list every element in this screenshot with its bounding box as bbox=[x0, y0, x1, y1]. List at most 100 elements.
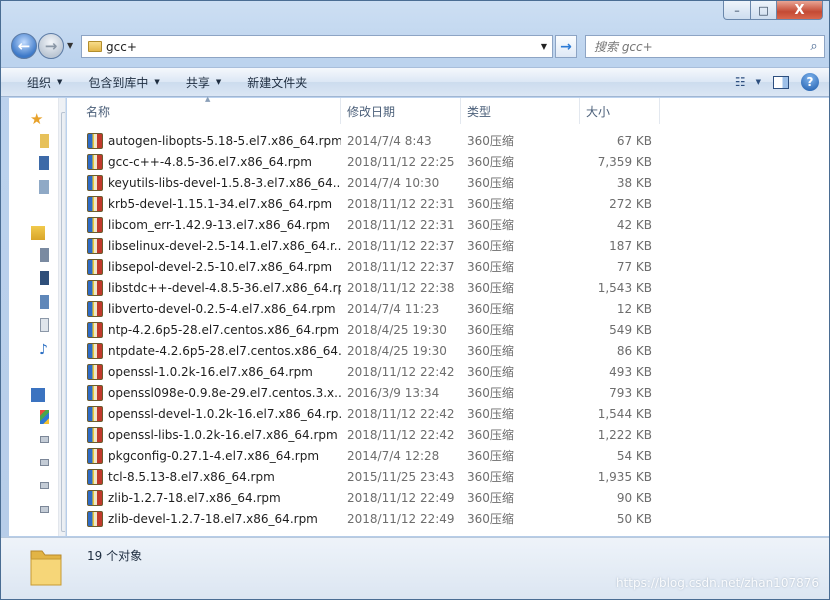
drive-icon[interactable] bbox=[40, 459, 49, 466]
file-row[interactable]: openssl-libs-1.0.2k-16.el7.x86_64.rpm 201… bbox=[67, 424, 667, 445]
file-row[interactable]: tcl-8.5.13-8.el7.x86_64.rpm 2015/11/25 23… bbox=[67, 466, 667, 487]
details-pane: 19 个对象 https://blog.csdn.net/zhan107876 bbox=[1, 537, 829, 599]
file-row[interactable]: openssl-devel-1.0.2k-16.el7.x86_64.rp...… bbox=[67, 403, 667, 424]
file-row[interactable]: libverto-devel-0.2.5-4.el7.x86_64.rpm 201… bbox=[67, 298, 667, 319]
search-icon[interactable]: ⌕ bbox=[804, 39, 824, 54]
file-row[interactable]: ntpdate-4.2.6p5-28.el7.centos.x86_64....… bbox=[67, 340, 667, 361]
file-row[interactable]: autogen-libopts-5.18-5.el7.x86_64.rpm 201… bbox=[67, 130, 667, 151]
archive-file-icon bbox=[87, 216, 103, 233]
new-folder-label: 新建文件夹 bbox=[247, 75, 308, 90]
go-button[interactable]: → bbox=[555, 35, 577, 58]
address-bar[interactable]: gcc+ ▼ bbox=[81, 35, 553, 58]
archive-file-icon bbox=[87, 153, 103, 170]
command-toolbar: 组织 ▼ 包含到库中 ▼ 共享 ▼ 新建文件夹 ☷ ▼ ? bbox=[1, 67, 829, 97]
file-row[interactable]: openssl-1.0.2k-16.el7.x86_64.rpm 2018/11/… bbox=[67, 361, 667, 382]
recent-pages-dropdown-icon[interactable]: ▼ bbox=[67, 41, 73, 50]
archive-file-icon bbox=[87, 237, 103, 254]
preview-pane-button[interactable] bbox=[773, 72, 789, 92]
column-header-size-label: 大小 bbox=[586, 104, 611, 119]
file-size: 1,544 KB bbox=[597, 406, 652, 421]
file-date: 2018/11/12 22:25 bbox=[347, 154, 455, 169]
file-name: openssl098e-0.9.8e-29.el7.centos.3.x... bbox=[108, 385, 341, 400]
file-row[interactable]: libsepol-devel-2.5-10.el7.x86_64.rpm 2018… bbox=[67, 256, 667, 277]
address-dropdown-icon[interactable]: ▼ bbox=[536, 42, 552, 51]
recent-places-icon[interactable] bbox=[39, 180, 49, 194]
file-type: 360压缩 bbox=[467, 512, 514, 526]
share-button[interactable]: 共享 ▼ bbox=[160, 74, 221, 91]
file-size: 1,222 KB bbox=[597, 427, 652, 442]
column-header-size[interactable]: 大小 bbox=[580, 98, 660, 124]
file-row[interactable]: zlib-devel-1.2.7-18.el7.x86_64.rpm 2018/1… bbox=[67, 508, 667, 529]
favorites-star-icon[interactable]: ★ bbox=[30, 110, 50, 128]
file-row[interactable]: libselinux-devel-2.5-14.1.el7.x86_64.r..… bbox=[67, 235, 667, 256]
file-date: 2014/7/4 11:23 bbox=[347, 301, 440, 316]
folder-icon[interactable] bbox=[40, 134, 49, 148]
windows-drive-icon[interactable] bbox=[40, 410, 49, 424]
include-in-library-label: 包含到库中 bbox=[88, 75, 149, 90]
item-count: 19 个对象 bbox=[87, 549, 143, 563]
file-date: 2014/7/4 8:43 bbox=[347, 133, 432, 148]
column-header-name[interactable]: ▲ 名称 bbox=[67, 95, 341, 124]
file-date: 2018/11/12 22:38 bbox=[347, 280, 455, 295]
library-item-icon[interactable] bbox=[40, 248, 49, 262]
file-row[interactable]: pkgconfig-0.27.1-4.el7.x86_64.rpm 2014/7/… bbox=[67, 445, 667, 466]
computer-icon[interactable] bbox=[31, 388, 45, 402]
file-date: 2018/11/12 22:31 bbox=[347, 217, 455, 232]
file-row[interactable]: keyutils-libs-devel-1.5.8-3.el7.x86_64..… bbox=[67, 172, 667, 193]
nav-pane-scrollbar[interactable] bbox=[58, 98, 65, 536]
drive-icon[interactable] bbox=[40, 506, 49, 513]
desktop-icon[interactable] bbox=[39, 156, 49, 170]
file-name: tcl-8.5.13-8.el7.x86_64.rpm bbox=[108, 469, 275, 484]
search-box[interactable]: ⌕ bbox=[585, 35, 825, 58]
documents-icon[interactable] bbox=[40, 318, 49, 332]
file-name: openssl-libs-1.0.2k-16.el7.x86_64.rpm bbox=[108, 427, 338, 442]
pictures-icon[interactable] bbox=[40, 295, 49, 309]
file-row[interactable]: libcom_err-1.42.9-13.el7.x86_64.rpm 2018/… bbox=[67, 214, 667, 235]
help-button[interactable]: ? bbox=[801, 73, 819, 91]
column-header-date[interactable]: 修改日期 bbox=[341, 98, 461, 124]
file-rows: autogen-libopts-5.18-5.el7.x86_64.rpm 201… bbox=[67, 130, 667, 529]
file-row[interactable]: openssl098e-0.9.8e-29.el7.centos.3.x... 2… bbox=[67, 382, 667, 403]
include-in-library-button[interactable]: 包含到库中 ▼ bbox=[62, 74, 159, 91]
file-row[interactable]: krb5-devel-1.15.1-34.el7.x86_64.rpm 2018/… bbox=[67, 193, 667, 214]
column-header-type[interactable]: 类型 bbox=[461, 98, 580, 124]
file-date: 2014/7/4 10:30 bbox=[347, 175, 440, 190]
file-type: 360压缩 bbox=[467, 449, 514, 463]
nav-scrollbar-thumb[interactable] bbox=[61, 112, 65, 532]
file-size: 549 KB bbox=[609, 322, 652, 337]
search-input[interactable] bbox=[594, 39, 804, 54]
file-name: zlib-1.2.7-18.el7.x86_64.rpm bbox=[108, 490, 281, 505]
libraries-icon[interactable] bbox=[31, 226, 45, 240]
music-icon[interactable]: ♪ bbox=[39, 342, 49, 358]
minimize-button[interactable]: – bbox=[723, 1, 751, 20]
address-text[interactable]: gcc+ bbox=[106, 40, 536, 54]
file-size: 493 KB bbox=[609, 364, 652, 379]
new-folder-button[interactable]: 新建文件夹 bbox=[221, 74, 307, 91]
file-type: 360压缩 bbox=[467, 491, 514, 505]
chevron-down-icon: ▼ bbox=[755, 78, 761, 86]
archive-file-icon bbox=[87, 195, 103, 212]
column-headers: ▲ 名称 修改日期 类型 大小 bbox=[67, 95, 667, 124]
file-row[interactable]: gcc-c++-4.8.5-36.el7.x86_64.rpm 2018/11/1… bbox=[67, 151, 667, 172]
file-name: gcc-c++-4.8.5-36.el7.x86_64.rpm bbox=[108, 154, 312, 169]
drive-icon[interactable] bbox=[40, 436, 49, 443]
file-name: libstdc++-devel-4.8.5-36.el7.x86_64.rpm bbox=[108, 280, 341, 295]
file-row[interactable]: zlib-1.2.7-18.el7.x86_64.rpm 2018/11/12 2… bbox=[67, 487, 667, 508]
toolbar-right: ☷ ▼ ? bbox=[735, 72, 819, 92]
file-row[interactable]: ntp-4.2.6p5-28.el7.centos.x86_64.rpm 2018… bbox=[67, 319, 667, 340]
close-button[interactable]: X bbox=[777, 1, 823, 20]
videos-icon[interactable] bbox=[40, 271, 49, 285]
file-date: 2018/4/25 19:30 bbox=[347, 343, 447, 358]
change-view-button[interactable]: ☷ ▼ bbox=[735, 72, 761, 92]
file-type: 360压缩 bbox=[467, 134, 514, 148]
file-row[interactable]: libstdc++-devel-4.8.5-36.el7.x86_64.rpm 2… bbox=[67, 277, 667, 298]
archive-file-icon bbox=[87, 174, 103, 191]
file-type: 360压缩 bbox=[467, 281, 514, 295]
file-type: 360压缩 bbox=[467, 176, 514, 190]
back-button[interactable]: ← bbox=[11, 33, 37, 59]
drive-icon[interactable] bbox=[40, 482, 49, 489]
maximize-button[interactable]: □ bbox=[751, 1, 777, 20]
file-name: ntpdate-4.2.6p5-28.el7.centos.x86_64.... bbox=[108, 343, 341, 358]
organize-button[interactable]: 组织 ▼ bbox=[1, 74, 62, 91]
forward-button[interactable]: → bbox=[38, 33, 64, 59]
